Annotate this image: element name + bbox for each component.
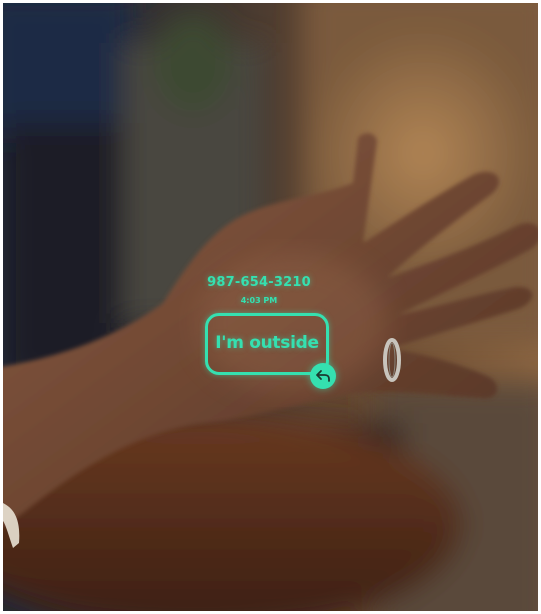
message-bubble: I'm outside — [205, 313, 329, 375]
reply-arrow-icon — [316, 370, 330, 382]
reply-button[interactable] — [310, 363, 336, 389]
message-text: I'm outside — [215, 333, 319, 353]
palm-projection: 987-654-3210 4:03 PM I'm outside — [199, 275, 339, 395]
photo-frame: 987-654-3210 4:03 PM I'm outside — [3, 3, 538, 611]
caller-phone-number: 987-654-3210 — [207, 275, 311, 290]
message-time: 4:03 PM — [240, 296, 278, 305]
